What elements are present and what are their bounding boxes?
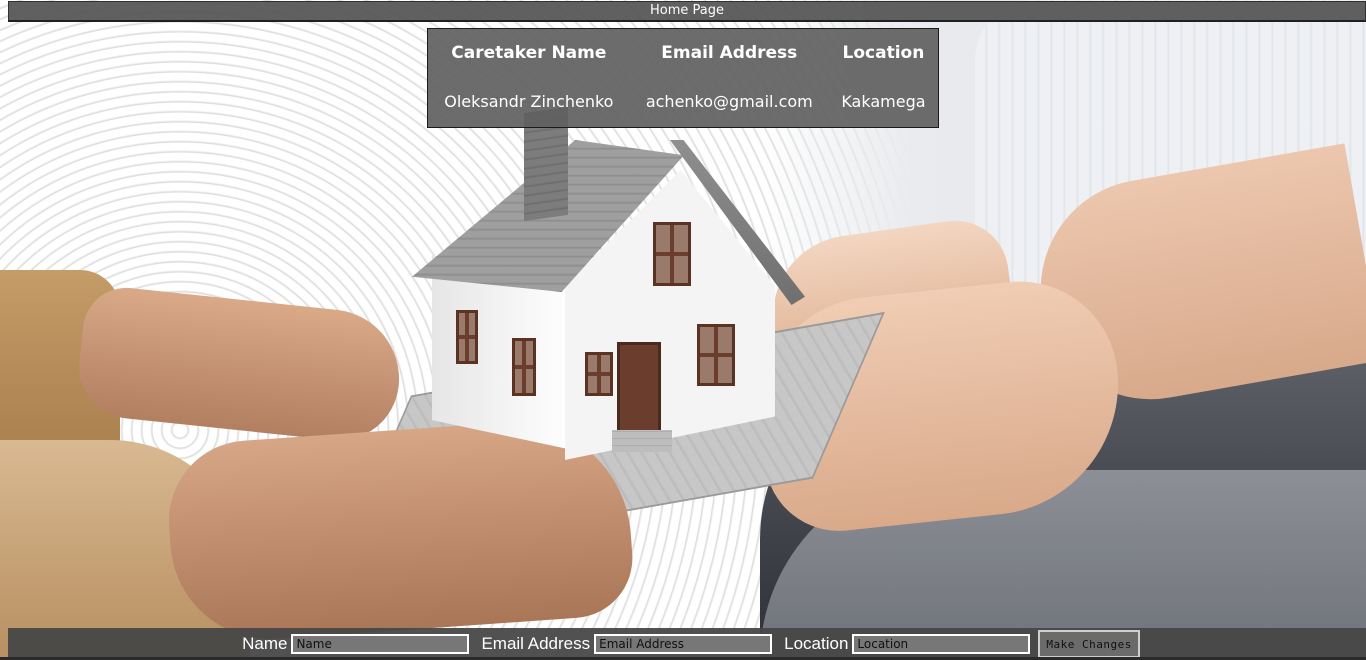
left-hand-top-shape: [74, 283, 406, 447]
caretaker-email-cell: achenko@gmail.com: [645, 91, 813, 111]
caretaker-name-cell: Oleksandr Zinchenko: [444, 91, 614, 111]
caretaker-info-panel: Caretaker Name Email Address Location Ol…: [427, 28, 939, 128]
house-window: [653, 222, 691, 286]
house-window: [697, 324, 735, 386]
location-input[interactable]: [852, 634, 1031, 654]
column-header-caretaker-name: Caretaker Name: [451, 43, 607, 63]
edit-form-bar: Name Email Address Location Make Changes: [8, 628, 1366, 660]
house-window: [585, 352, 613, 396]
location-label: Location: [784, 634, 849, 653]
home-page-link[interactable]: Home Page: [650, 3, 724, 18]
table-header-row: Caretaker Name Email Address Location: [428, 29, 938, 77]
caretaker-location-cell: Kakamega: [841, 91, 926, 111]
name-label: Name: [242, 634, 288, 653]
column-header-location: Location: [842, 43, 925, 63]
caretaker-table: Caretaker Name Email Address Location Ol…: [428, 29, 938, 125]
table-row: Oleksandr Zinchenko achenko@gmail.com Ka…: [428, 77, 938, 125]
email-input[interactable]: [594, 634, 773, 654]
house-window: [456, 310, 478, 364]
house-door: [617, 342, 661, 438]
top-nav-bar: Home Page: [8, 1, 1366, 22]
edit-caretaker-form: Name Email Address Location Make Changes: [8, 628, 1366, 660]
name-input[interactable]: [291, 634, 470, 654]
column-header-email-address: Email Address: [661, 43, 798, 63]
house-window: [512, 338, 536, 396]
email-label: Email Address: [481, 634, 591, 653]
house-steps: [612, 430, 672, 452]
make-changes-button[interactable]: Make Changes: [1038, 630, 1140, 658]
